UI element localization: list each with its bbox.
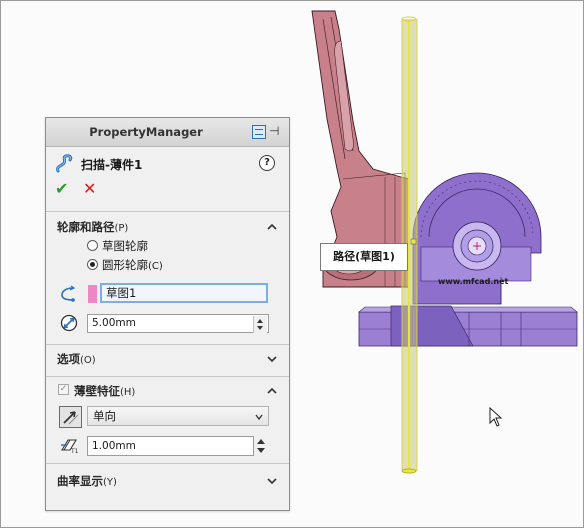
mouse-cursor-icon (489, 407, 503, 427)
radio-circular-profile[interactable]: 圆形轮廓(C) (87, 257, 267, 273)
property-manager-panel: PropertyManager ⊣ 扫描-薄件1 ? ✔ ✕ 轮廓和路径(P) … (45, 117, 290, 511)
svg-text:T1: T1 (70, 448, 79, 454)
keep-visible-icon[interactable] (252, 125, 266, 139)
profile-path-icon (61, 285, 76, 302)
section-divider (46, 463, 289, 464)
diameter-input[interactable]: 5.00mm (87, 314, 269, 333)
chevron-down-icon[interactable] (266, 353, 278, 365)
thin-type-dropdown[interactable]: 单向 (87, 406, 269, 426)
feature-title-row: 扫描-薄件1 ? (54, 154, 284, 174)
section-profile-path-title[interactable]: 轮廓和路径(P) (57, 219, 128, 235)
diameter-spinner[interactable] (253, 316, 267, 333)
section-options-title[interactable]: 选项(O) (57, 351, 96, 367)
chevron-down-icon[interactable] (266, 475, 278, 487)
path-selection-box[interactable]: 草图1 (100, 283, 268, 303)
property-manager-title: PropertyManager (89, 125, 203, 139)
ok-icon[interactable]: ✔ (55, 181, 68, 197)
radio-sketch-profile[interactable]: 草图轮廓 (87, 238, 267, 254)
chevron-down-icon (255, 414, 263, 421)
chevron-up-icon[interactable] (266, 221, 278, 233)
section-divider (46, 376, 289, 377)
thickness-icon: T1 (61, 439, 79, 454)
chevron-up-icon[interactable] (266, 385, 278, 397)
section-curvature-title[interactable]: 曲率显示(Y) (57, 473, 117, 489)
radio-button-selected[interactable] (87, 259, 98, 270)
sweep-feature-icon (56, 154, 73, 173)
path-callout-label: 路径(草图1) (320, 243, 408, 271)
section-divider (46, 211, 289, 212)
selection-color-swatch (88, 285, 97, 303)
graphics-window: 路径(草图1) www.mfcad.net PropertyManager ⊣ … (0, 0, 584, 528)
purple-base-part[interactable] (358, 305, 578, 347)
property-manager-header: PropertyManager ⊣ (46, 118, 289, 147)
feature-name: 扫描-薄件1 (81, 158, 143, 172)
watermark-text: www.mfcad.net (438, 277, 509, 286)
thickness-spinner[interactable] (255, 436, 267, 456)
cancel-icon[interactable]: ✕ (83, 181, 96, 197)
thin-feature-checkbox[interactable]: ✓ (58, 384, 69, 395)
help-icon[interactable]: ? (259, 155, 275, 171)
radio-button[interactable] (87, 240, 98, 251)
diameter-icon (60, 314, 78, 332)
section-divider (46, 344, 289, 345)
thickness-input[interactable]: 1.00mm (87, 436, 254, 456)
section-thin-feature-title[interactable]: 薄壁特征(H) (74, 383, 135, 399)
pushpin-icon[interactable]: ⊣ (269, 124, 279, 138)
reverse-direction-icon[interactable] (59, 406, 82, 428)
